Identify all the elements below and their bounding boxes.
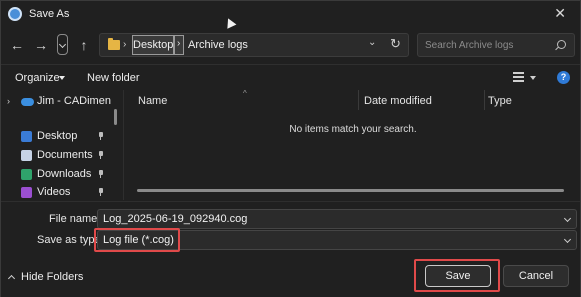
help-icon[interactable]: ?	[557, 71, 570, 84]
caret-down-icon[interactable]	[530, 76, 536, 80]
navigation-scrollbar[interactable]	[114, 109, 117, 125]
nav-item-documents[interactable]: Documents	[1, 147, 113, 165]
column-divider[interactable]	[358, 90, 359, 110]
search-icon	[557, 40, 566, 49]
horizontal-scrollbar[interactable]	[137, 189, 564, 192]
chevron-up-icon	[7, 274, 16, 283]
save-button[interactable]: Save	[425, 265, 491, 287]
nav-item-onedrive[interactable]: › Jim - CADimensions	[1, 93, 113, 111]
folder-icon	[108, 38, 120, 50]
breadcrumb-chevron[interactable]: ›	[174, 35, 184, 55]
cancel-button[interactable]: Cancel	[503, 265, 569, 287]
empty-folder-message: No items match your search.	[289, 124, 417, 135]
address-bar[interactable]: › Desktop › Archive logs ⌄ ↻	[99, 33, 409, 57]
chevron-down-icon[interactable]	[563, 235, 572, 244]
sort-indicator-icon: ^	[243, 89, 247, 98]
nav-item-desktop[interactable]: Desktop	[1, 128, 113, 146]
file-name-label: File name:	[49, 213, 101, 225]
navigation-row: ← → ↑ › Desktop › Archive logs ⌄ ↻ Searc…	[1, 28, 580, 62]
video-icon	[21, 187, 32, 198]
chevron-down-icon[interactable]: ⌄	[368, 37, 376, 48]
nav-item-videos[interactable]: Videos	[1, 184, 113, 202]
dialog-footer: File name: Log_2025-06-19_092940.cog Sav…	[1, 201, 580, 297]
view-options-icon[interactable]	[513, 72, 524, 82]
back-arrow-icon[interactable]: ←	[9, 37, 25, 53]
breadcrumb-desktop[interactable]: Desktop	[132, 35, 174, 55]
window-title: Save As	[29, 8, 70, 20]
title-bar: Save As ✕	[1, 1, 580, 27]
up-arrow-icon[interactable]: ↑	[76, 37, 92, 53]
desktop-icon	[21, 131, 32, 142]
new-folder-button[interactable]: New folder	[87, 72, 140, 84]
download-icon	[21, 169, 32, 180]
save-as-dialog: Save As ✕ ← → ↑ › Desktop › Archive logs…	[0, 0, 581, 297]
command-bar: Organize New folder ?	[1, 64, 580, 90]
close-icon[interactable]: ✕	[554, 5, 566, 22]
pin-icon	[98, 151, 104, 159]
hide-folders-button[interactable]: Hide Folders	[7, 271, 84, 283]
navigation-pane: › Jim - CADimensions Desktop Documents D…	[1, 90, 123, 200]
highlight-box-save-as-type	[94, 228, 180, 252]
nav-item-label: Jim - CADimensions	[37, 95, 111, 107]
breadcrumb-archive-logs[interactable]: Archive logs	[188, 39, 248, 51]
file-list: ^ Name Date modified Type No items match…	[124, 89, 581, 200]
column-header-date-modified[interactable]: Date modified	[364, 95, 432, 107]
column-divider[interactable]	[484, 90, 485, 110]
pin-icon	[98, 188, 104, 196]
caret-down-icon[interactable]	[59, 76, 65, 80]
organize-button[interactable]: Organize	[15, 72, 60, 84]
nav-item-downloads[interactable]: Downloads	[1, 166, 113, 184]
file-name-value: Log_2025-06-19_092940.cog	[103, 213, 248, 225]
file-name-field[interactable]: Log_2025-06-19_092940.cog	[97, 209, 577, 229]
column-header-type[interactable]: Type	[488, 95, 512, 107]
forward-arrow-icon[interactable]: →	[33, 37, 49, 53]
refresh-icon[interactable]: ↻	[390, 36, 401, 52]
app-icon	[8, 7, 22, 21]
expand-chevron-icon[interactable]: ›	[7, 96, 10, 106]
cloud-icon	[21, 98, 34, 106]
hide-folders-label: Hide Folders	[21, 271, 84, 283]
search-input[interactable]: Search Archive logs	[417, 33, 575, 57]
document-icon	[21, 150, 32, 161]
chevron-down-icon[interactable]	[563, 214, 572, 223]
pin-icon	[98, 170, 104, 178]
column-header-name[interactable]: Name	[138, 95, 167, 107]
search-placeholder: Search Archive logs	[425, 40, 514, 51]
pin-icon	[98, 132, 104, 140]
chevron-right-icon[interactable]: ›	[123, 39, 126, 50]
recent-locations-dropdown[interactable]	[57, 34, 68, 55]
